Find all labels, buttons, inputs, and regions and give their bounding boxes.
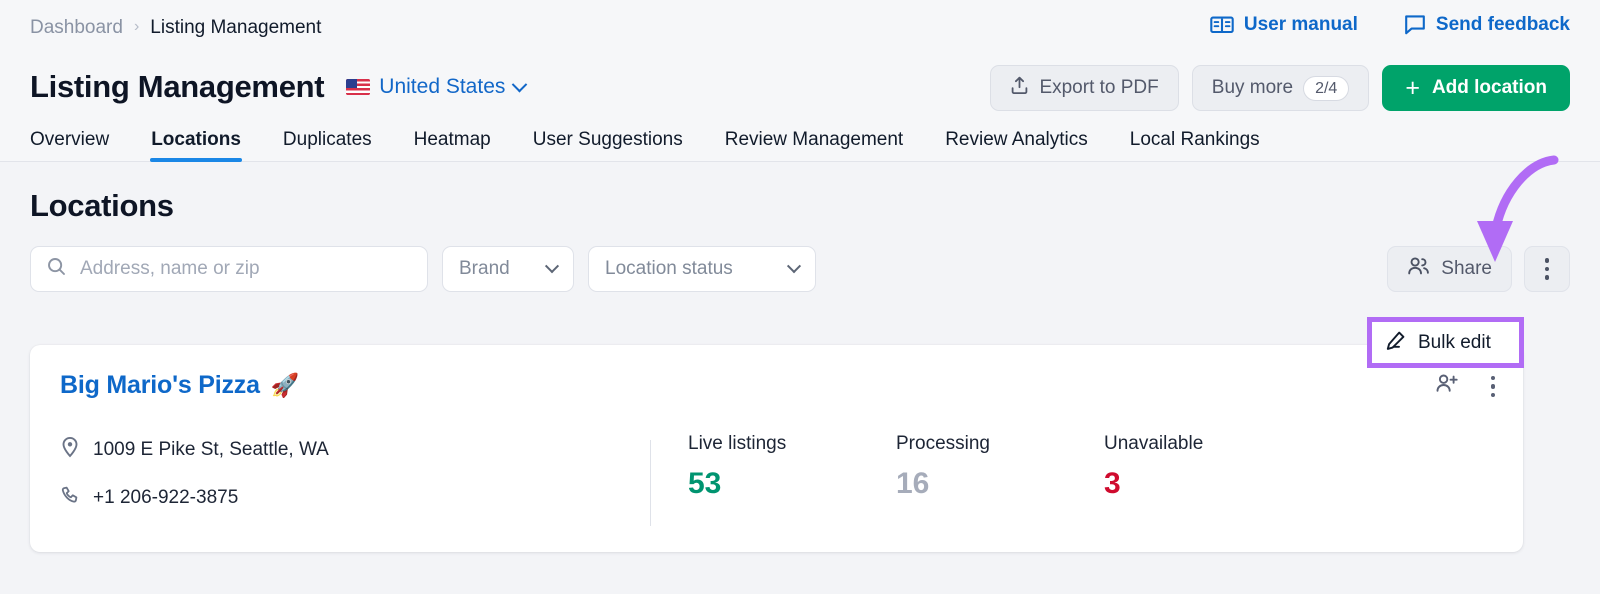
buy-more-label: Buy more xyxy=(1212,77,1293,99)
upload-icon xyxy=(1010,76,1029,101)
kebab-dot-icon xyxy=(1491,393,1496,398)
kebab-dot-icon xyxy=(1491,376,1496,381)
top-header: Dashboard › Listing Management User manu… xyxy=(0,0,1600,118)
tab-heatmap[interactable]: Heatmap xyxy=(414,130,491,161)
phone-icon xyxy=(60,485,80,511)
us-flag-icon xyxy=(346,79,370,95)
stat-value: 3 xyxy=(1104,467,1312,501)
tab-bar: Overview Locations Duplicates Heatmap Us… xyxy=(0,118,1600,162)
send-feedback-link[interactable]: Send feedback xyxy=(1404,14,1570,36)
kebab-dot-icon xyxy=(1545,258,1550,263)
breadcrumb-parent[interactable]: Dashboard xyxy=(30,17,123,39)
kebab-dot-icon xyxy=(1545,275,1550,280)
card-divider xyxy=(650,440,651,526)
country-label: United States xyxy=(379,75,505,99)
chevron-down-icon xyxy=(545,259,559,273)
filter-row: Brand Location status Share xyxy=(30,246,1570,292)
search-input[interactable] xyxy=(78,257,411,281)
location-name-label: Big Mario's Pizza xyxy=(60,371,260,400)
search-box[interactable] xyxy=(30,246,428,292)
stat-value: 53 xyxy=(688,467,896,501)
header-links: User manual Send feedback xyxy=(1210,14,1570,36)
kebab-dot-icon xyxy=(1545,267,1550,272)
location-more-options-button[interactable] xyxy=(1491,376,1496,398)
brand-filter-label: Brand xyxy=(459,258,510,280)
plus-icon: + xyxy=(1405,76,1420,101)
location-card: Big Mario's Pizza 🚀 1009 E Pike St, Seat… xyxy=(30,345,1523,552)
breadcrumb-separator-icon: › xyxy=(134,19,139,35)
card-actions xyxy=(1435,373,1496,400)
list-more-options-button[interactable] xyxy=(1524,246,1570,292)
speech-bubble-icon xyxy=(1404,14,1426,36)
book-icon xyxy=(1210,15,1234,35)
tab-user-suggestions[interactable]: User Suggestions xyxy=(533,130,683,161)
breadcrumb-current: Listing Management xyxy=(150,17,321,39)
stat-label: Live listings xyxy=(688,433,896,455)
section-title: Locations xyxy=(30,188,1570,224)
location-phone-label: +1 206-922-3875 xyxy=(93,487,238,509)
pencil-icon xyxy=(1385,330,1406,356)
add-location-button[interactable]: + Add location xyxy=(1382,65,1570,111)
tab-review-management[interactable]: Review Management xyxy=(725,130,903,161)
map-pin-icon xyxy=(60,436,80,464)
header-actions: Export to PDF Buy more 2/4 + Add locatio… xyxy=(990,65,1570,111)
chevron-down-icon xyxy=(787,259,801,273)
tab-overview[interactable]: Overview xyxy=(30,130,109,161)
user-manual-label: User manual xyxy=(1244,14,1358,36)
location-stats: Live listings 53 Processing 16 Unavailab… xyxy=(688,433,1312,501)
stat-processing: Processing 16 xyxy=(896,433,1104,501)
share-button[interactable]: Share xyxy=(1387,246,1512,292)
rocket-icon: 🚀 xyxy=(271,374,299,397)
location-address-row: 1009 E Pike St, Seattle, WA xyxy=(60,436,329,464)
country-selector[interactable]: United States xyxy=(346,75,525,99)
stat-value: 16 xyxy=(896,467,1104,501)
people-icon xyxy=(1407,256,1430,282)
export-to-pdf-button[interactable]: Export to PDF xyxy=(990,65,1178,111)
kebab-dot-icon xyxy=(1491,384,1496,389)
buy-more-count-badge: 2/4 xyxy=(1303,76,1349,101)
location-status-filter-select[interactable]: Location status xyxy=(588,246,816,292)
location-name-link[interactable]: Big Mario's Pizza 🚀 xyxy=(60,371,299,400)
stat-label: Processing xyxy=(896,433,1104,455)
page-title: Listing Management xyxy=(30,69,324,105)
person-add-icon xyxy=(1435,373,1459,400)
main-content: Locations Brand Location status xyxy=(0,188,1600,292)
export-to-pdf-label: Export to PDF xyxy=(1039,77,1158,99)
add-user-icon-button[interactable] xyxy=(1435,373,1459,400)
list-tools: Share xyxy=(1387,246,1570,292)
bulk-edit-menu-item[interactable]: Bulk edit xyxy=(1367,317,1524,368)
stat-live-listings: Live listings 53 xyxy=(688,433,896,501)
location-phone-row: +1 206-922-3875 xyxy=(60,485,238,511)
brand-filter-select[interactable]: Brand xyxy=(442,246,574,292)
search-icon xyxy=(47,257,66,281)
send-feedback-label: Send feedback xyxy=(1436,14,1570,36)
stat-unavailable: Unavailable 3 xyxy=(1104,433,1312,501)
location-status-filter-label: Location status xyxy=(605,258,733,280)
tab-locations[interactable]: Locations xyxy=(151,130,241,161)
add-location-label: Add location xyxy=(1432,77,1547,99)
tab-review-analytics[interactable]: Review Analytics xyxy=(945,130,1088,161)
tab-local-rankings[interactable]: Local Rankings xyxy=(1130,130,1260,161)
bulk-edit-label: Bulk edit xyxy=(1418,332,1491,354)
chevron-down-icon xyxy=(512,76,528,92)
tab-duplicates[interactable]: Duplicates xyxy=(283,130,372,161)
location-address-label: 1009 E Pike St, Seattle, WA xyxy=(93,439,329,461)
share-label: Share xyxy=(1441,258,1492,280)
title-row: Listing Management United States Export … xyxy=(30,56,1570,118)
user-manual-link[interactable]: User manual xyxy=(1210,14,1358,36)
buy-more-button[interactable]: Buy more 2/4 xyxy=(1192,65,1370,111)
stat-label: Unavailable xyxy=(1104,433,1312,455)
